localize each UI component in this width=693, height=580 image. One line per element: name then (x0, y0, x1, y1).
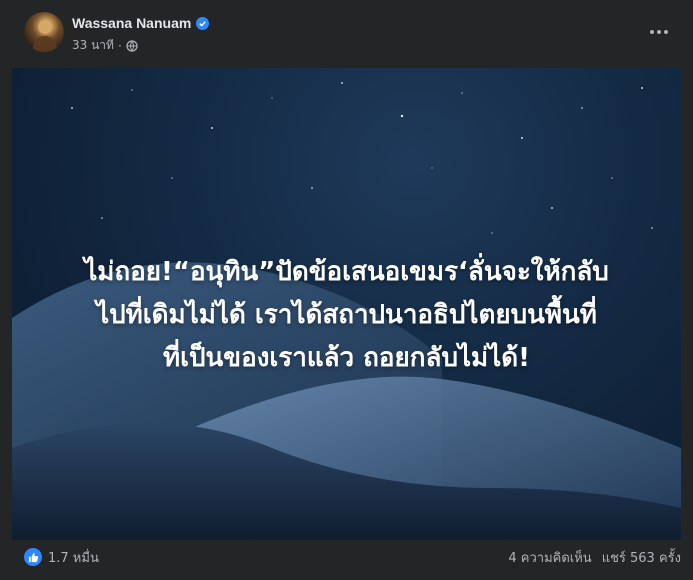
meta-separator: · (117, 38, 122, 53)
more-options-icon[interactable] (645, 22, 673, 42)
share-count[interactable]: แชร์ 563 ครั้ง (602, 547, 681, 568)
reaction-count[interactable]: 1.7 หมื่น (48, 547, 99, 568)
headline-line: ไปที่เดิมไม่ได้ เราได้สถาปนาอธิปไตยบนพื้… (96, 300, 597, 330)
verified-badge-icon (196, 16, 210, 30)
avatar[interactable] (24, 12, 64, 52)
like-icon (24, 548, 42, 566)
post-image[interactable]: ไม่ถอย!“อนุทิน”ปัดข้อเสนอเขมร‘ลั่นจะให้ก… (12, 68, 681, 540)
post-card: Wassana Nanuam 33 นาที · ไม่ถอย!“อนุทิน”… (0, 0, 693, 580)
reactions-summary[interactable]: 1.7 หมื่น (24, 547, 99, 568)
headline-line: ที่เป็นของเราแล้ว ถอยกลับไม่ได้! (163, 343, 530, 373)
comment-count[interactable]: 4 ความคิดเห็น (508, 547, 591, 568)
post-header: Wassana Nanuam 33 นาที · (12, 12, 681, 60)
post-meta: 33 นาที · (72, 36, 138, 55)
avatar-image (32, 20, 58, 52)
engagement-stats: 4 ความคิดเห็น แชร์ 563 ครั้ง (508, 547, 681, 568)
post-timestamp[interactable]: 33 นาที (72, 36, 114, 55)
post-footer: 1.7 หมื่น 4 ความคิดเห็น แชร์ 563 ครั้ง (12, 544, 681, 570)
globe-icon[interactable] (126, 39, 138, 52)
author-name[interactable]: Wassana Nanuam (72, 15, 191, 31)
headline-line: ไม่ถอย!“อนุทิน”ปัดข้อเสนอเขมร‘ลั่นจะให้ก… (84, 257, 609, 287)
headline-text: ไม่ถอย!“อนุทิน”ปัดข้อเสนอเขมร‘ลั่นจะให้ก… (32, 251, 661, 380)
author-row: Wassana Nanuam (72, 15, 210, 31)
